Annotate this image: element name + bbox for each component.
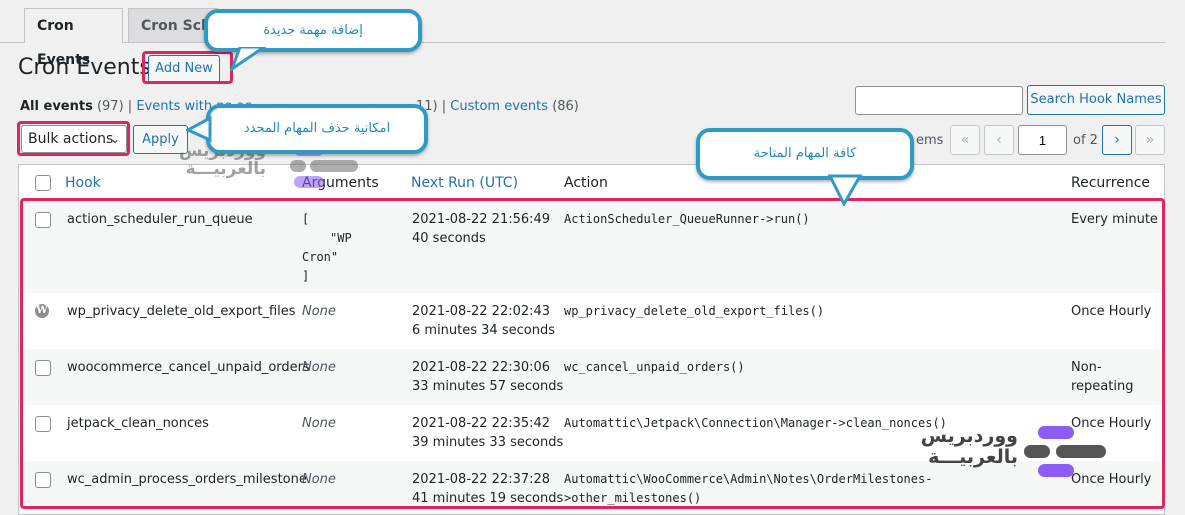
logo-mark-icon xyxy=(1024,426,1108,478)
current-page-input[interactable] xyxy=(1018,125,1067,155)
add-new-highlight xyxy=(142,51,233,84)
filter-separator-2: | xyxy=(441,99,447,114)
filter-separator: | xyxy=(127,99,133,114)
callout-add-task: إضافة مهمة جديدة xyxy=(204,9,422,52)
total-pages: of 2 xyxy=(1073,133,1098,148)
callout-delete-selected: امكانية حذف المهام المحدد xyxy=(206,104,428,154)
col-hook[interactable]: Hook xyxy=(65,175,101,191)
watermark-text: ووردبريس بالعربيـــة xyxy=(920,425,1018,468)
callout-all-tasks: كافة المهام المتاحة xyxy=(696,128,914,180)
filter-links-right: 11) | Custom events (86) xyxy=(416,99,579,114)
callout-pointer-icon xyxy=(827,174,863,206)
callout-pointer-icon xyxy=(186,116,212,143)
prev-page-button[interactable]: ‹ xyxy=(984,125,1014,155)
filter-custom-count: (86) xyxy=(552,99,579,114)
col-next-run[interactable]: Next Run (UTC) xyxy=(411,175,518,191)
filter-all-count: (97) xyxy=(96,99,124,114)
first-page-button[interactable]: « xyxy=(950,125,980,155)
bulk-actions-highlight xyxy=(17,121,130,156)
items-count: ems xyxy=(916,133,944,148)
filter-all[interactable]: All events xyxy=(20,99,93,114)
last-page-button[interactable]: » xyxy=(1135,125,1165,155)
select-all-checkbox[interactable] xyxy=(35,175,51,191)
tab-divider xyxy=(0,42,1165,43)
col-recurrence: Recurrence xyxy=(1071,175,1151,191)
search-hook-names-button[interactable]: Search Hook Names xyxy=(1027,85,1165,115)
next-page-button[interactable]: › xyxy=(1102,125,1132,155)
callout-pointer-icon xyxy=(229,47,267,71)
filter-custom[interactable]: Custom events xyxy=(450,99,548,114)
search-input[interactable] xyxy=(855,86,1023,115)
col-action: Action xyxy=(564,175,608,191)
tab-cron-events[interactable]: Cron Events xyxy=(24,8,123,68)
watermark-logo-large: ووردبريس بالعربيـــة xyxy=(920,424,1109,479)
